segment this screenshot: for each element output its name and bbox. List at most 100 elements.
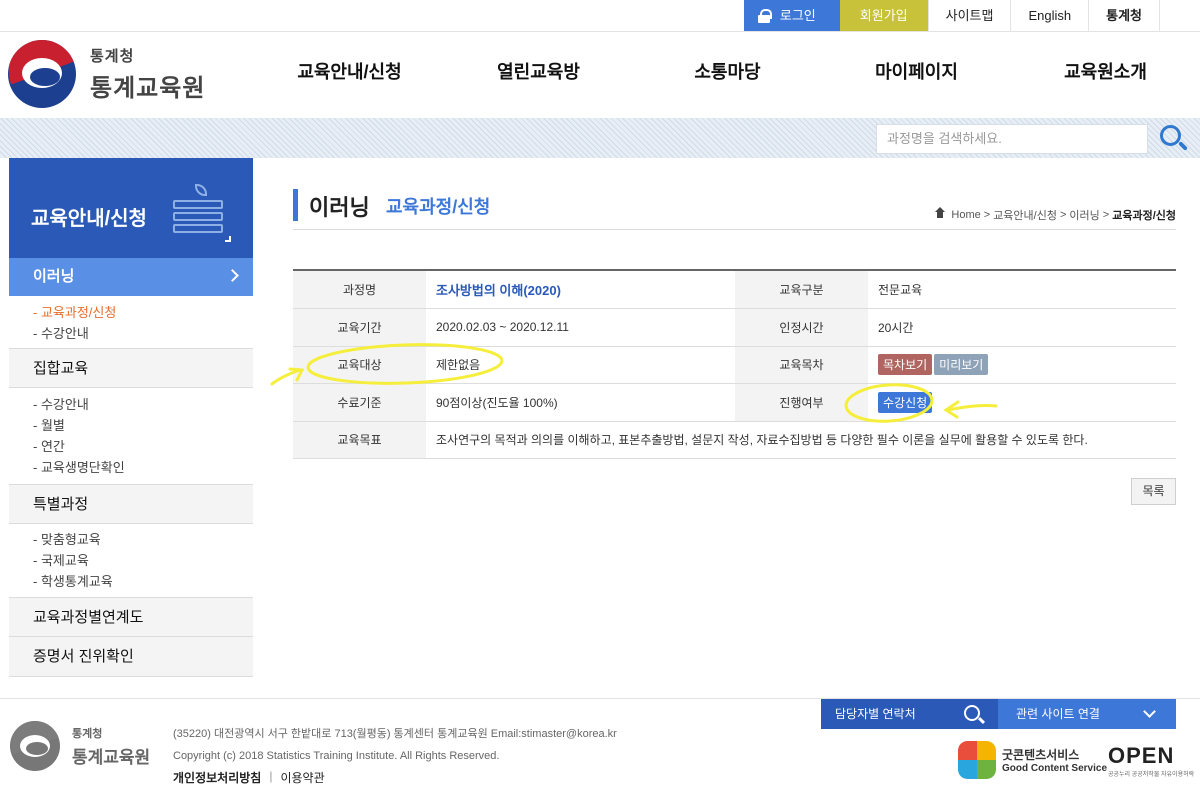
kostat-link[interactable]: 통계청 <box>1088 0 1160 31</box>
table-row: 교육목표 조사연구의 목적과 의의를 이해하고, 표본추출방법, 설문지 작성,… <box>293 421 1176 459</box>
label-course-type: 교육구분 <box>735 271 868 309</box>
breadcrumb: Home > 교육안내/신청 > 이러닝 > 교육과정/신청 <box>934 207 1176 223</box>
breadcrumb-home[interactable]: Home <box>951 209 980 221</box>
breadcrumb-current: 교육과정/신청 <box>1112 210 1176 222</box>
course-hours: 20시간 <box>868 308 1176 347</box>
utility-bar: 로그인 회원가입 사이트맵 English 통계청 <box>0 0 1200 32</box>
site-footer: 통계청 통계교육원 (35220) 대전광역시 서구 한밭대로 713(월평동)… <box>0 698 1200 792</box>
footer-logo-big: 통계교육원 <box>72 747 151 767</box>
good-content-badge: 굿콘텐츠서비스 Good Content Service <box>958 741 1107 779</box>
preview-button[interactable]: 미리보기 <box>934 354 989 376</box>
contact-label: 담당자별 연락처 <box>835 707 916 721</box>
sidebar-submenu: - 맞춤형교육 - 국제교육 - 학생통계교육 <box>9 524 253 597</box>
label-status: 진행여부 <box>735 383 868 422</box>
utility-links: 로그인 회원가입 사이트맵 English 통계청 <box>743 0 1160 31</box>
label-course-name: 과정명 <box>293 271 426 309</box>
terms-link[interactable]: 이용약관 <box>280 769 324 786</box>
sitemap-link[interactable]: 사이트맵 <box>927 0 1011 31</box>
course-type: 전문교육 <box>868 271 1176 309</box>
heading-bar <box>293 189 298 221</box>
submenu-guide[interactable]: - 수강안내 <box>33 323 253 344</box>
label-period: 교육기간 <box>293 308 426 347</box>
footer-logo: 통계청 통계교육원 <box>10 721 150 771</box>
sidebar-item-linkage[interactable]: 교육과정별연계도 <box>9 597 253 637</box>
open-logo-text: OPEN <box>1108 743 1175 768</box>
sidebar: 교육안내/신청 이러닝 - 교육과정/신청 - 수강안내 집합교육 - 수강안내… <box>9 158 253 677</box>
sidebar-header: 교육안내/신청 <box>9 158 253 258</box>
sidebar-submenu: - 수강안내 - 월별 - 연간 - 교육생명단확인 <box>9 388 253 484</box>
site-header: 통계청 통계교육원 교육안내/신청 열린교육방 소통마당 마이페이지 교육원소개 <box>0 32 1200 118</box>
login-button[interactable]: 로그인 <box>743 0 840 31</box>
open-license-badge: OPEN 공공누리 공공저작물 자유이용허락 <box>1108 743 1194 778</box>
nav-edu-guide[interactable]: 교육안내/신청 <box>255 32 444 118</box>
list-button[interactable]: 목록 <box>1131 478 1176 505</box>
logo-small-text: 통계청 <box>90 48 135 65</box>
table-row: 교육대상 제한없음 교육목차 목차보기 미리보기 <box>293 346 1176 384</box>
taeguk-logo-icon <box>10 721 60 771</box>
related-sites-select[interactable]: 관련 사이트 연결 <box>998 699 1176 729</box>
course-criteria: 90점이상(진도율 100%) <box>426 383 735 422</box>
course-target: 제한없음 <box>426 346 735 384</box>
page-title: 이러닝 <box>309 195 370 220</box>
footer-copyright: Copyright (c) 2018 Statistics Training I… <box>173 750 500 762</box>
site-logo[interactable]: 통계청 통계교육원 <box>8 40 205 108</box>
nav-community[interactable]: 소통마당 <box>633 32 822 118</box>
footer-info: (35220) 대전광역시 서구 한밭대로 713(월평동) 통계센터 통계교육… <box>173 723 617 767</box>
submenu-guide[interactable]: - 수강안내 <box>33 394 253 415</box>
join-button[interactable]: 회원가입 <box>839 0 928 31</box>
nav-mypage[interactable]: 마이페이지 <box>822 32 1011 118</box>
table-row: 수료기준 90점이상(진도율 100%) 진행여부 수강신청 <box>293 383 1176 422</box>
contact-button[interactable]: 담당자별 연락처 <box>821 699 998 729</box>
books-icon <box>171 184 231 242</box>
search-icon <box>964 705 980 721</box>
sidebar-item-special[interactable]: 특별과정 <box>9 484 253 524</box>
submenu-intl[interactable]: - 국제교육 <box>33 550 253 571</box>
submenu-yearly[interactable]: - 연간 <box>33 436 253 457</box>
logo-big-text: 통계교육원 <box>90 75 206 102</box>
submenu-course-apply[interactable]: - 교육과정/신청 <box>33 302 253 323</box>
submenu-monthly[interactable]: - 월별 <box>33 415 253 436</box>
submenu-student[interactable]: - 학생통계교육 <box>33 571 253 592</box>
taeguk-logo-icon <box>8 40 76 108</box>
main-content: 이러닝 교육과정/신청 Home > 교육안내/신청 > 이러닝 > 교육과정/신청 … <box>293 158 1176 505</box>
sidebar-title: 교육안내/신청 <box>31 208 147 230</box>
english-link[interactable]: English <box>1010 0 1088 31</box>
gcs-logo-icon <box>958 741 996 779</box>
main-nav: 교육안내/신청 열린교육방 소통마당 마이페이지 교육원소개 <box>255 32 1200 118</box>
sidebar-submenu: - 교육과정/신청 - 수강안내 <box>9 296 253 348</box>
sidebar-item-group-edu[interactable]: 집합교육 <box>9 348 253 388</box>
enroll-button[interactable]: 수강신청 <box>878 391 933 413</box>
search-input[interactable]: 과정명을 검색하세요. <box>876 124 1148 154</box>
sidebar-item-cert[interactable]: 증명서 진위확인 <box>9 637 253 677</box>
toc-button[interactable]: 목차보기 <box>878 354 933 376</box>
nav-open-room[interactable]: 열린교육방 <box>444 32 633 118</box>
submenu-trainee-list[interactable]: - 교육생명단확인 <box>33 457 253 478</box>
label-target: 교육대상 <box>293 346 426 384</box>
chevron-right-icon <box>226 269 239 282</box>
breadcrumb-item[interactable]: 이러닝 <box>1069 207 1099 223</box>
gcs-ko: 굿콘텐츠서비스 <box>1002 748 1080 762</box>
sidebar-item-elearning[interactable]: 이러닝 <box>9 258 253 296</box>
page-heading: 이러닝 교육과정/신청 Home > 교육안내/신청 > 이러닝 > 교육과정/신청 <box>293 158 1176 230</box>
footer-links: 개인정보처리방침 | 이용약관 <box>173 769 325 786</box>
chevron-down-icon <box>1143 705 1156 718</box>
breadcrumb-item[interactable]: 교육안내/신청 <box>993 207 1057 223</box>
course-period: 2020.02.03 ~ 2020.12.11 <box>426 308 735 347</box>
submenu-custom[interactable]: - 맞춤형교육 <box>33 529 253 550</box>
label-criteria: 수료기준 <box>293 383 426 422</box>
privacy-link[interactable]: 개인정보처리방침 <box>173 769 261 786</box>
nav-about[interactable]: 교육원소개 <box>1011 32 1200 118</box>
sidebar-item-label: 이러닝 <box>33 268 75 285</box>
course-info-table: 과정명 조사방법의 이해(2020) 교육구분 전문교육 교육기간 2020.0… <box>293 269 1176 459</box>
course-goal: 조사연구의 목적과 의의를 이해하고, 표본추출방법, 설문지 작성, 자료수집… <box>426 421 1176 459</box>
footer-logo-small: 통계청 <box>72 727 103 740</box>
login-label: 로그인 <box>779 8 816 23</box>
course-name: 조사방법의 이해(2020) <box>436 283 561 298</box>
label-goal: 교육목표 <box>293 421 426 459</box>
search-button[interactable] <box>1156 122 1190 156</box>
label-hours: 인정시간 <box>735 308 868 347</box>
table-row: 교육기간 2020.02.03 ~ 2020.12.11 인정시간 20시간 <box>293 308 1176 347</box>
table-row: 과정명 조사방법의 이해(2020) 교육구분 전문교육 <box>293 271 1176 309</box>
open-sub-text: 공공누리 공공저작물 자유이용허락 <box>1108 772 1195 778</box>
gcs-en: Good Content Service <box>1002 763 1108 774</box>
